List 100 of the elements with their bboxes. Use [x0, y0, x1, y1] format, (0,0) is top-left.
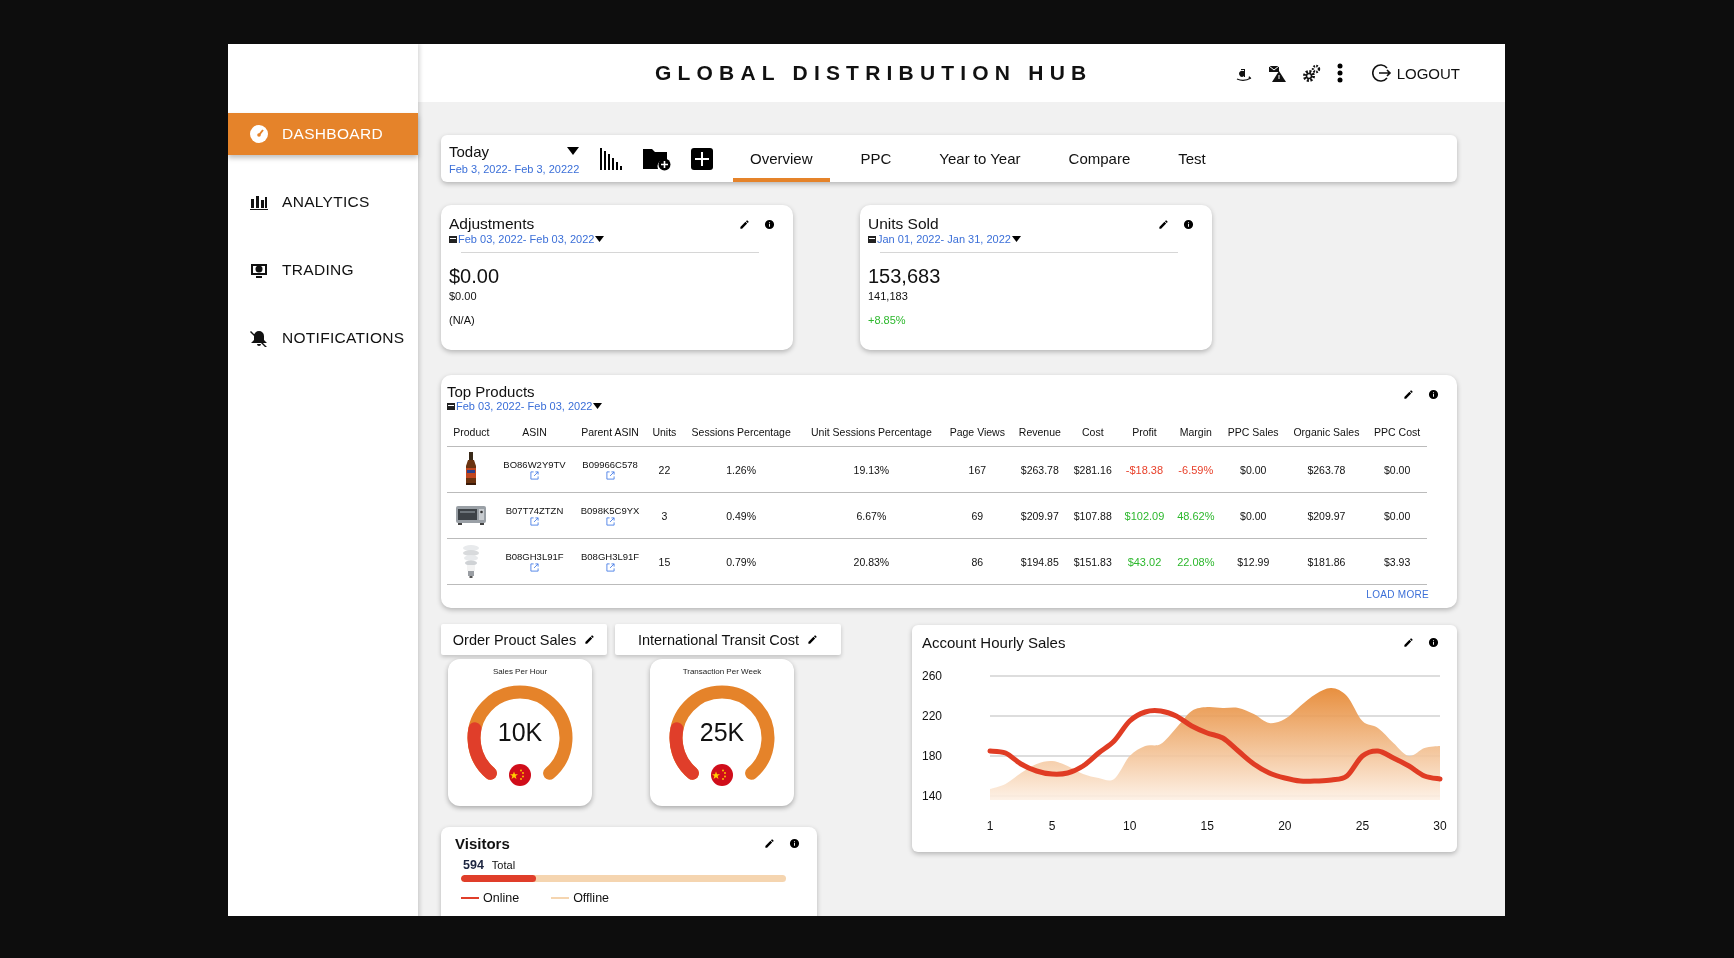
tab[interactable]: Compare	[1051, 135, 1148, 182]
external-link-icon[interactable]	[530, 517, 539, 526]
edit-icon[interactable]	[584, 634, 596, 645]
info-icon[interactable]	[1183, 219, 1194, 230]
total-label: Total	[491, 859, 516, 871]
gauge-value: 10K	[496, 718, 544, 747]
external-link-icon[interactable]	[605, 471, 615, 480]
axis-label: 140	[922, 789, 943, 803]
table-cell: $102.09	[1124, 509, 1165, 522]
external-link-icon[interactable]	[530, 563, 539, 572]
sidebar-item[interactable]: NOTIFICATIONS	[228, 317, 418, 359]
gauge-caption: Sales Per Hour	[492, 667, 548, 676]
table-cell: $0.00	[1383, 509, 1411, 522]
table-cell: 1.26%	[726, 463, 757, 476]
table-cell: $151.83	[1073, 555, 1112, 568]
edit-icon[interactable]	[739, 219, 750, 230]
column-header: Cost	[1081, 426, 1104, 438]
caret-icon[interactable]	[595, 236, 605, 242]
table-cell: 3	[661, 509, 668, 522]
flag-icon	[711, 764, 733, 786]
info-icon[interactable]	[1428, 389, 1439, 400]
info-icon[interactable]	[789, 838, 800, 849]
caret-icon[interactable]	[567, 147, 579, 155]
table-cell: BO86W2Y9TV	[503, 459, 566, 470]
card-title: Account Hourly Sales	[922, 633, 1066, 651]
axis-label: 30	[1433, 819, 1447, 833]
caret-icon[interactable]	[1011, 236, 1021, 242]
table-cell: B07T74ZTZN	[505, 505, 564, 516]
edit-icon[interactable]	[1158, 219, 1169, 230]
column-header: Organic Sales	[1293, 426, 1360, 438]
sidebar-item[interactable]: ANALYTICS	[228, 181, 418, 223]
table-cell: 48.62%	[1177, 509, 1215, 522]
table-cell: -6.59%	[1178, 463, 1214, 476]
date-range[interactable]: Jan 01, 2022- Jan 31, 2022	[877, 233, 1011, 245]
axis-label: 260	[922, 669, 943, 683]
widget-tab[interactable]: International Transit Cost	[615, 624, 841, 655]
column-header: ASIN	[522, 426, 547, 438]
table-cell: $209.97	[1020, 509, 1059, 522]
edit-icon[interactable]	[807, 634, 819, 645]
table-cell: $194.85	[1020, 555, 1059, 568]
table-cell: $209.97	[1307, 509, 1346, 522]
folder-add-icon[interactable]	[643, 146, 671, 171]
external-link-icon[interactable]	[605, 517, 615, 526]
table-cell: $181.86	[1307, 555, 1346, 568]
external-link-icon[interactable]	[530, 471, 539, 480]
table-cell: 86	[971, 555, 984, 568]
more-icon[interactable]	[1335, 63, 1344, 83]
change-value: (N/A)	[449, 314, 476, 326]
tab[interactable]: Test	[1161, 135, 1223, 182]
tab[interactable]: Year to Year	[922, 135, 1038, 182]
column-header: PPC Cost	[1374, 426, 1421, 438]
table-cell: B08GH3L91F	[505, 551, 564, 562]
table-cell: $3.93	[1383, 555, 1411, 568]
mail-warning-icon[interactable]	[1267, 64, 1287, 82]
plus-square-icon[interactable]	[691, 147, 713, 170]
card-title: Visitors	[455, 835, 510, 852]
axis-label: 15	[1200, 819, 1214, 833]
calendar-icon	[449, 235, 457, 243]
bar-chart-icon[interactable]	[599, 147, 623, 170]
table-cell: 22.08%	[1177, 555, 1215, 568]
column-header: Margin	[1179, 426, 1212, 438]
column-header: Unit Sessions Percentage	[810, 426, 932, 438]
tab[interactable]: Overview	[733, 135, 830, 182]
date-range: Feb 3, 2022- Feb 3, 20222	[449, 162, 579, 175]
previous-value: 141,183	[868, 290, 909, 302]
edit-icon[interactable]	[1403, 636, 1414, 648]
table-cell: B08GH3L91F	[581, 551, 640, 562]
date-range[interactable]: Feb 03, 2022- Feb 03, 2022	[458, 233, 595, 245]
tab[interactable]: PPC	[843, 135, 909, 182]
caret-icon[interactable]	[593, 403, 603, 409]
change-value: +8.85%	[868, 314, 907, 326]
total-count: 594	[463, 858, 484, 872]
table-cell: $12.99	[1237, 555, 1270, 568]
table-cell: $0.00	[1383, 463, 1411, 476]
table-cell: 167	[968, 463, 987, 476]
sidebar-item[interactable]: TRADING	[228, 249, 418, 291]
edit-icon[interactable]	[764, 838, 775, 849]
table-cell: $0.00	[1240, 463, 1267, 476]
table-cell: 0.79%	[726, 555, 757, 568]
external-link-icon[interactable]	[605, 563, 615, 572]
table-cell: $281.16	[1073, 463, 1112, 476]
stat-value: 153,683	[868, 265, 942, 288]
info-icon[interactable]	[764, 219, 775, 230]
column-header: Sessions Percentage	[691, 426, 791, 438]
logout-button[interactable]: LOGOUT	[1371, 63, 1460, 83]
gears-icon[interactable]	[1301, 63, 1321, 83]
info-icon[interactable]	[1428, 636, 1439, 648]
axis-label: 1	[986, 819, 994, 833]
gauge-caption: Transaction Per Week	[682, 667, 762, 676]
period-dropdown[interactable]: Today	[449, 142, 579, 160]
stat-value: $0.00	[449, 265, 501, 288]
widget-tab[interactable]: Order Prouct Sales	[441, 624, 607, 655]
table-cell: $0.00	[1240, 509, 1267, 522]
table-cell: -$18.38	[1125, 463, 1164, 476]
load-more-link[interactable]: LOAD MORE	[1366, 589, 1429, 600]
axis-label: 20	[1278, 819, 1292, 833]
date-range[interactable]: Feb 03, 2022- Feb 03, 2022	[456, 400, 593, 412]
column-header: Units	[652, 426, 677, 438]
edit-icon[interactable]	[1403, 389, 1414, 400]
table-cell: 19.13%	[853, 463, 890, 476]
